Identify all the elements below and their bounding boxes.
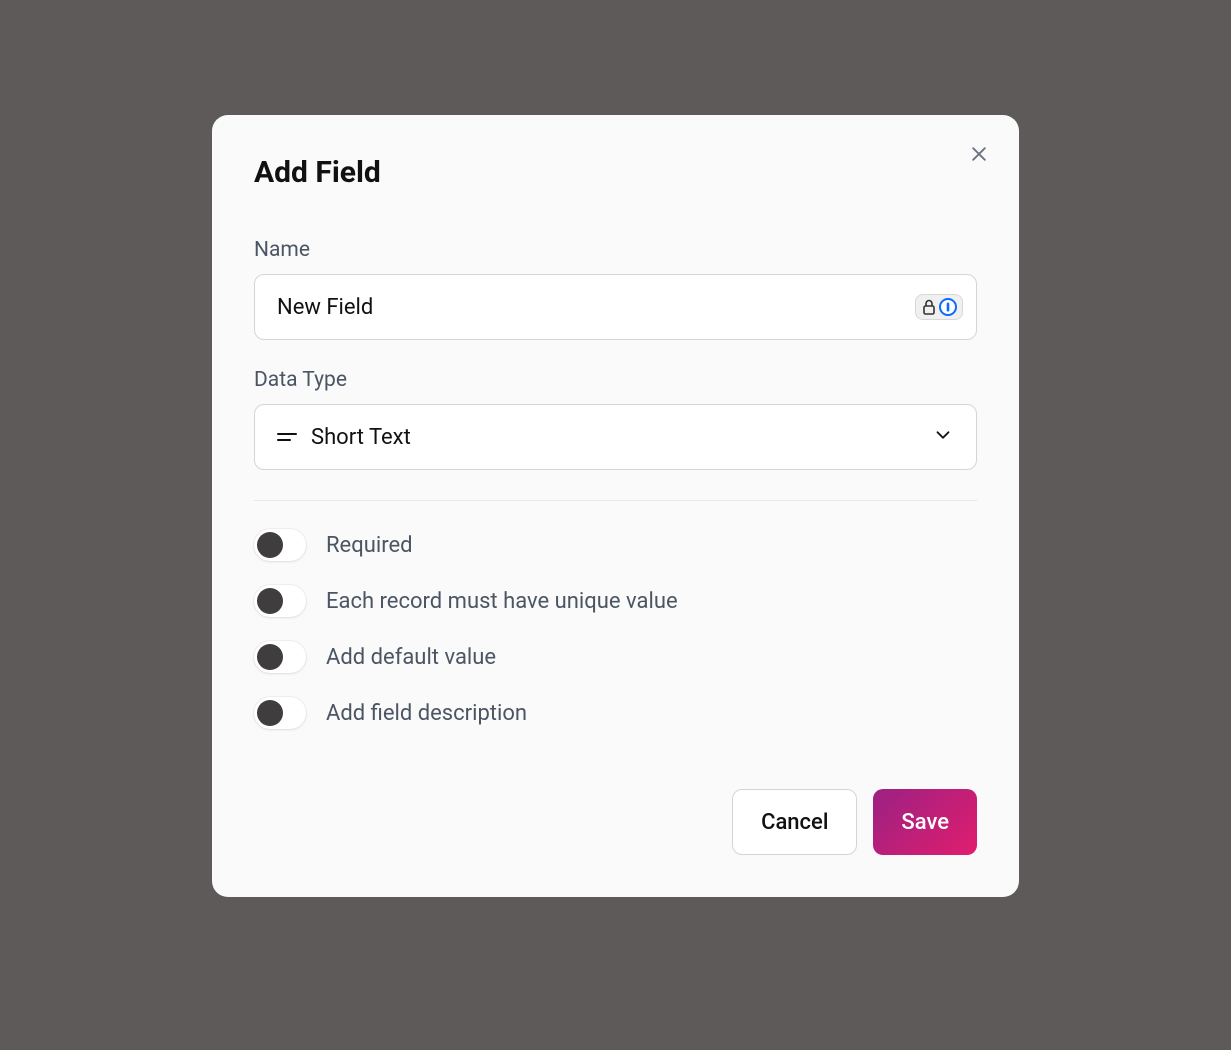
lock-icon xyxy=(921,298,937,316)
cancel-button[interactable]: Cancel xyxy=(732,789,857,855)
password-manager-icon xyxy=(939,298,957,316)
name-input-wrap xyxy=(254,274,977,340)
default-value-toggle[interactable] xyxy=(254,641,306,673)
modal-footer: Cancel Save xyxy=(254,789,977,855)
toggle-row-default: Add default value xyxy=(254,641,977,673)
required-toggle-label: Required xyxy=(326,533,413,558)
short-text-icon xyxy=(277,429,297,445)
toggle-row-unique: Each record must have unique value xyxy=(254,585,977,617)
required-toggle[interactable] xyxy=(254,529,306,561)
password-manager-badge[interactable] xyxy=(915,294,963,320)
name-label: Name xyxy=(254,238,977,262)
data-type-selected-text: Short Text xyxy=(311,425,411,450)
field-description-toggle[interactable] xyxy=(254,697,306,729)
data-type-label: Data Type xyxy=(254,368,977,392)
toggle-list: Required Each record must have unique va… xyxy=(254,529,977,729)
save-button[interactable]: Save xyxy=(873,789,977,855)
unique-toggle-label: Each record must have unique value xyxy=(326,589,678,614)
toggle-thumb xyxy=(257,700,283,726)
name-input[interactable] xyxy=(254,274,977,340)
modal-title: Add Field xyxy=(254,155,977,190)
toggle-row-required: Required xyxy=(254,529,977,561)
close-icon xyxy=(969,144,989,167)
field-description-toggle-label: Add field description xyxy=(326,701,527,726)
toggle-row-description: Add field description xyxy=(254,697,977,729)
toggle-thumb xyxy=(257,644,283,670)
data-type-select[interactable]: Short Text xyxy=(254,404,977,470)
divider xyxy=(254,500,977,501)
add-field-modal: Add Field Name xyxy=(212,115,1019,897)
close-button[interactable] xyxy=(963,139,995,171)
chevron-down-icon xyxy=(932,424,954,450)
name-field-group: Name xyxy=(254,238,977,340)
select-value-wrap: Short Text xyxy=(277,425,411,450)
data-type-field-group: Data Type Short Text xyxy=(254,368,977,470)
toggle-thumb xyxy=(257,588,283,614)
toggle-thumb xyxy=(257,532,283,558)
unique-toggle[interactable] xyxy=(254,585,306,617)
default-value-toggle-label: Add default value xyxy=(326,645,496,670)
